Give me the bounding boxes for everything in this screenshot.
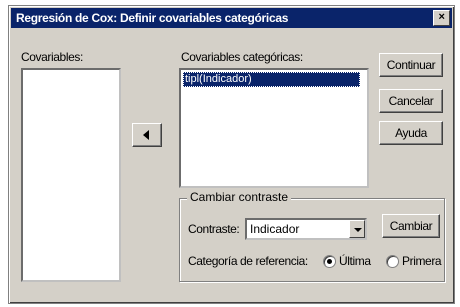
move-left-button[interactable] [132, 123, 162, 147]
window-title: Regresión de Cox: Definir covariables ca… [16, 11, 289, 25]
last-radio[interactable] [323, 255, 336, 268]
contrast-select-value: Indicador [250, 222, 300, 236]
change-button[interactable]: Cambiar [382, 214, 440, 238]
title-bar: Regresión de Cox: Definir covariables ca… [11, 8, 452, 28]
reference-category-label: Categoría de referencia: [188, 254, 308, 268]
list-item[interactable]: tipl(Indicador) [183, 72, 360, 87]
first-radio-label: Primera [402, 254, 442, 268]
continue-button[interactable]: Continuar [379, 53, 443, 77]
help-button[interactable]: Ayuda [379, 121, 443, 145]
dialog-window: Regresión de Cox: Definir covariables ca… [8, 5, 455, 304]
categorical-covariables-label: Covariables categóricas: [181, 50, 303, 64]
change-contrast-label: Cambiar contraste [187, 190, 292, 204]
covariables-label: Covariables: [21, 50, 83, 64]
first-radio[interactable] [386, 255, 399, 268]
last-radio-label: Última [339, 254, 371, 268]
contrast-label: Contraste: [188, 222, 240, 236]
cancel-button[interactable]: Cancelar [379, 89, 443, 113]
covariables-listbox[interactable] [21, 68, 121, 282]
categorical-covariables-listbox[interactable]: tipl(Indicador) [179, 68, 369, 188]
close-icon: × [438, 11, 445, 23]
contrast-select[interactable]: Indicador [245, 218, 367, 240]
chevron-down-icon[interactable] [349, 220, 365, 238]
close-button[interactable]: × [433, 10, 450, 26]
change-contrast-group [179, 198, 445, 282]
